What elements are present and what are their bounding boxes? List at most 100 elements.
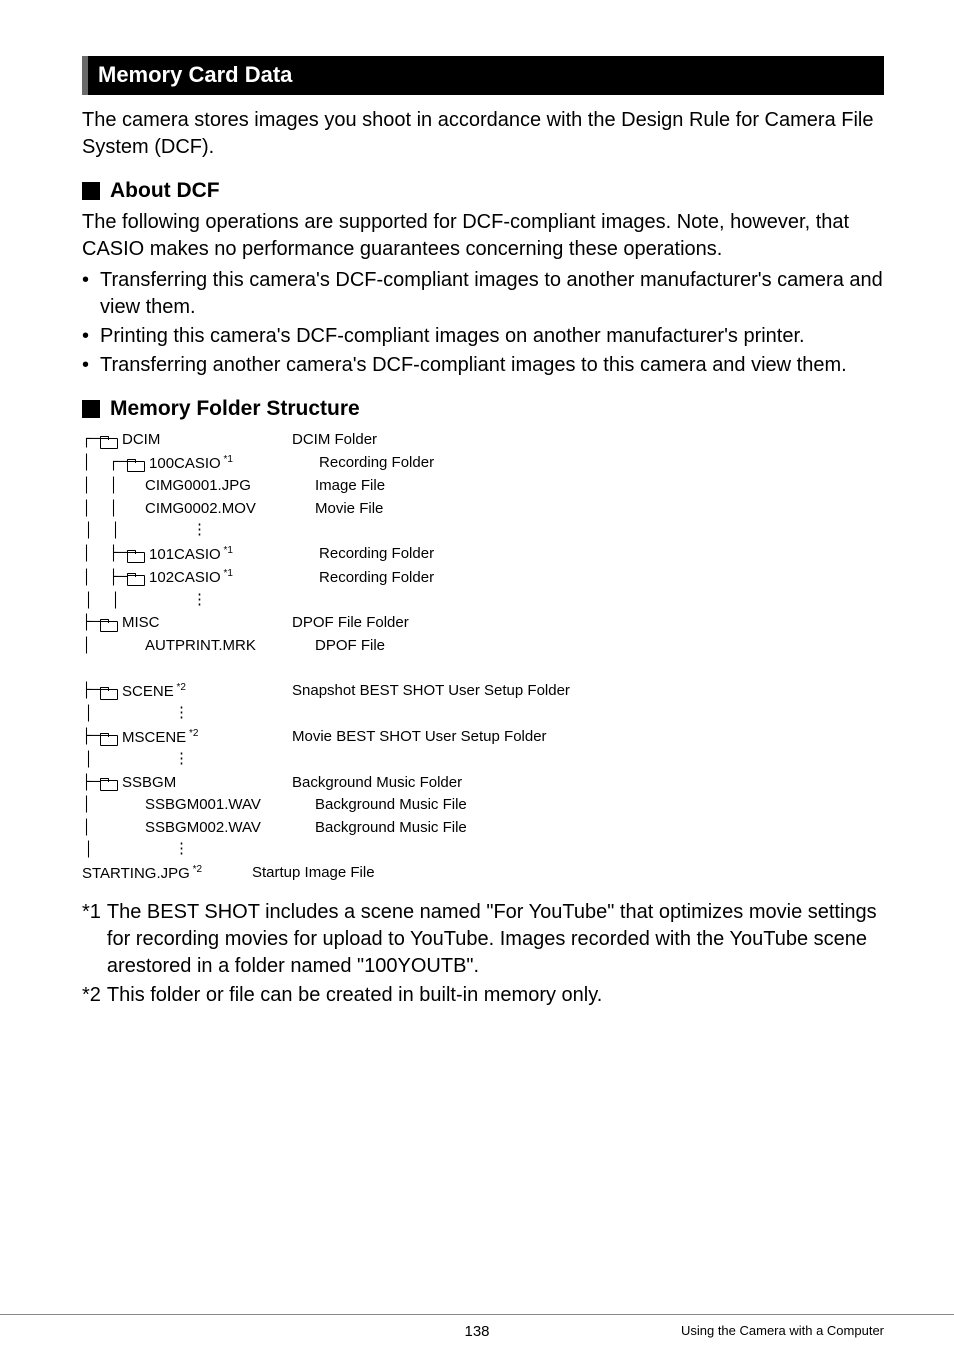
tree-node-name: MSCENE *2 (122, 726, 282, 750)
tree-node-desc: Snapshot BEST SHOT User Setup Folder (292, 680, 570, 703)
folder-icon (100, 617, 118, 630)
tree-node-name: SSBGM001.WAV (145, 794, 305, 817)
folder-icon (127, 571, 145, 584)
tree-node-name: SCENE *2 (122, 680, 282, 704)
tree-node-sup: *1 (221, 454, 233, 465)
tree-node-name: STARTING.JPG *2 (82, 862, 242, 886)
tree-row: ┌─ DCIM DCIM Folder (82, 429, 884, 452)
folder-icon (100, 434, 118, 447)
tree-lines: │ │ (82, 475, 145, 498)
tree-node-desc: Movie BEST SHOT User Setup Folder (292, 726, 547, 749)
tree-node-name: SSBGM (122, 772, 282, 795)
tree-node-desc: Recording Folder (319, 543, 434, 566)
tree-lines: ├─ (82, 680, 100, 703)
tree-node-name: 100CASIO *1 (149, 452, 309, 476)
tree-node-name: SSBGM002.WAV (145, 817, 305, 840)
about-dcf-bullet: Transferring another camera's DCF-compli… (82, 352, 884, 379)
about-dcf-heading-text: About DCF (110, 179, 220, 203)
tree-lines: │ ├─ (82, 567, 127, 590)
tree-row: │ │ CIMG0002.MOV Movie File (82, 498, 884, 521)
footnote: *1 The BEST SHOT includes a scene named … (82, 899, 884, 980)
tree-row: │ ├─ 102CASIO *1 Recording Folder (82, 566, 884, 590)
tree-lines: │ ├─ (82, 543, 127, 566)
tree-node-name: 101CASIO *1 (149, 543, 309, 567)
tree-node-name: AUTPRINT.MRK (145, 635, 305, 658)
page-number: 138 (464, 1323, 489, 1340)
tree-vdots: │ │ ⋮ (82, 520, 207, 543)
tree-node-name: DCIM (122, 429, 282, 452)
about-dcf-bullets: Transferring this camera's DCF-compliant… (82, 267, 884, 379)
tree-row: ├─ SCENE *2 Snapshot BEST SHOT User Setup … (82, 680, 884, 704)
folder-structure-heading: Memory Folder Structure (82, 397, 884, 421)
tree-row: │ SSBGM001.WAV Background Music File (82, 794, 884, 817)
folder-structure-heading-text: Memory Folder Structure (110, 397, 360, 421)
folder-icon (100, 776, 118, 789)
about-dcf-heading: About DCF (82, 179, 884, 203)
tree-row: ├─ MISC DPOF File Folder (82, 612, 884, 635)
tree-node-desc: Background Music Folder (292, 772, 462, 795)
tree-lines: ├─ (82, 726, 100, 749)
footnotes: *1 The BEST SHOT includes a scene named … (82, 899, 884, 1009)
tree-lines: │ (82, 635, 145, 658)
tree-lines: │ ┌─ (82, 452, 127, 475)
tree-node-desc: Movie File (315, 498, 383, 521)
tree-row: │ │ ⋮ (82, 520, 884, 543)
tree-node-desc: DCIM Folder (292, 429, 377, 452)
tree-vdots: │ │ ⋮ (82, 590, 207, 613)
folder-icon (127, 457, 145, 470)
tree-node-desc: DPOF File Folder (292, 612, 409, 635)
tree-lines: ├─ (82, 772, 100, 795)
tree-node-sup: *1 (221, 545, 233, 556)
section-bar: Memory Card Data (82, 56, 884, 95)
tree-lines: │ (82, 794, 145, 817)
tree-lines: ┌─ (82, 429, 100, 452)
tree-node-name: MISC (122, 612, 282, 635)
tree-node-sup: *2 (174, 682, 186, 693)
folder-tree: ┌─ DCIM DCIM Folder │ ┌─ 100CASIO *1 Recordin… (82, 429, 884, 885)
about-dcf-bullet: Transferring this camera's DCF-compliant… (82, 267, 884, 321)
footnote-mark: *2 (82, 982, 101, 1009)
tree-node-desc: Recording Folder (319, 567, 434, 590)
about-dcf-bullet: Printing this camera's DCF-compliant ima… (82, 323, 884, 350)
tree-row: │ AUTPRINT.MRK DPOF File (82, 635, 884, 658)
tree-node-name: 102CASIO *1 (149, 566, 309, 590)
tree-vdots: │ ⋮ (82, 839, 189, 862)
tree-lines: │ (82, 817, 145, 840)
page-footer: 138 Using the Camera with a Computer (0, 1314, 954, 1323)
section-title: Memory Card Data (98, 62, 292, 87)
tree-vdots: │ ⋮ (82, 703, 189, 726)
tree-row: │ ┌─ 100CASIO *1 Recording Folder (82, 452, 884, 476)
footnote-text: The BEST SHOT includes a scene named "Fo… (107, 899, 884, 980)
tree-row: │ ⋮ (82, 749, 884, 772)
tree-row (82, 657, 884, 680)
tree-row: STARTING.JPG *2 Startup Image File (82, 862, 884, 886)
tree-node-desc: Recording Folder (319, 452, 434, 475)
tree-lines: │ │ (82, 498, 145, 521)
about-dcf-lead: The following operations are supported f… (82, 209, 884, 263)
tree-node-sup: *2 (190, 864, 202, 875)
tree-node-desc: Startup Image File (252, 862, 375, 885)
footnote-mark: *1 (82, 899, 101, 980)
footnote: *2 This folder or file can be created in… (82, 982, 884, 1009)
folder-icon (100, 685, 118, 698)
tree-node-desc: DPOF File (315, 635, 385, 658)
tree-vdots: │ ⋮ (82, 749, 189, 772)
tree-node-sup: *1 (221, 568, 233, 579)
footnote-text: This folder or file can be created in bu… (107, 982, 884, 1009)
folder-icon (100, 731, 118, 744)
tree-row: ├─ SSBGM Background Music Folder (82, 772, 884, 795)
tree-row: │ ├─ 101CASIO *1 Recording Folder (82, 543, 884, 567)
tree-node-desc: Background Music File (315, 817, 467, 840)
tree-row: │ │ CIMG0001.JPGImage File (82, 475, 884, 498)
tree-node-desc: Background Music File (315, 794, 467, 817)
tree-node-name: CIMG0001.JPG (145, 475, 305, 498)
tree-node-name: CIMG0002.MOV (145, 498, 305, 521)
tree-node-sup: *2 (186, 728, 198, 739)
folder-icon (127, 548, 145, 561)
intro-paragraph: The camera stores images you shoot in ac… (82, 107, 884, 161)
tree-lines: ├─ (82, 612, 100, 635)
tree-row: │ SSBGM002.WAV Background Music File (82, 817, 884, 840)
footer-section-label: Using the Camera with a Computer (681, 1323, 884, 1338)
tree-row: │ │ ⋮ (82, 590, 884, 613)
tree-row: ├─ MSCENE *2 Movie BEST SHOT User Setup Fo… (82, 726, 884, 750)
